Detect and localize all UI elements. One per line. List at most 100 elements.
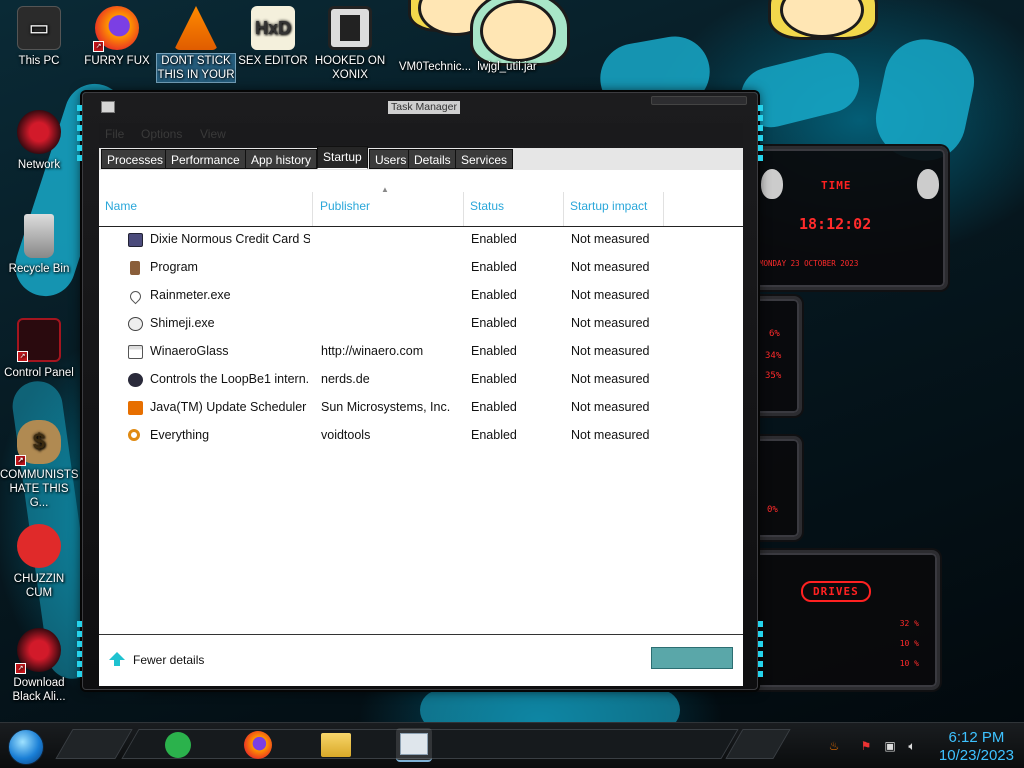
desktop-icon-label: VM0Technic... xyxy=(398,61,472,73)
window-side-decoration xyxy=(77,621,82,677)
column-header-name[interactable]: Name xyxy=(99,192,313,226)
clock-time: 6:12 PM xyxy=(948,729,1005,746)
shimeji-icon xyxy=(128,317,143,331)
file-explorer-icon[interactable] xyxy=(318,728,354,762)
desktop-icon-label: Network xyxy=(17,159,61,171)
column-header-publisher[interactable]: Publisher xyxy=(314,192,464,226)
tab-startup[interactable]: Startup xyxy=(317,146,368,169)
alien-head-icon xyxy=(917,169,939,199)
feedly-icon[interactable] xyxy=(160,728,196,762)
tab-performance[interactable]: Performance xyxy=(165,149,246,169)
shortcut-arrow-icon: ↗ xyxy=(17,351,28,362)
row-publisher: http://winaero.com xyxy=(321,344,424,358)
tab-app-history[interactable]: App history xyxy=(245,149,318,169)
loopbe-midi-icon xyxy=(128,373,143,387)
network-widget-value: 0% xyxy=(767,505,778,515)
row-name: Controls the LoopBe1 intern... xyxy=(150,372,310,386)
menu-bar xyxy=(99,123,743,145)
firefox-icon: ↗ xyxy=(93,6,139,52)
time-widget-title: TIME xyxy=(821,179,852,192)
hxd-editor-icon: HxD xyxy=(251,6,295,50)
table-row[interactable]: Program Enabled Not measured xyxy=(99,254,743,282)
title-bar[interactable]: Task Manager xyxy=(83,93,757,119)
desktop-icon-furry-fux[interactable]: ↗ FURRY FUX xyxy=(78,6,156,68)
tray-volume-icon[interactable]: 🔈︎ xyxy=(904,738,920,754)
tab-processes[interactable]: Processes xyxy=(101,149,170,169)
desktop-icon-vm0technic[interactable]: VM0Technic... xyxy=(396,50,474,74)
row-impact: Not measured xyxy=(571,288,650,302)
java-icon xyxy=(128,401,143,415)
firefox-icon[interactable] xyxy=(240,728,276,762)
desktop-icon-chuzzin[interactable]: CHUZZIN CUM xyxy=(0,524,78,600)
menu-options[interactable]: Options xyxy=(141,127,182,141)
drives-widget-value: 32 % xyxy=(899,619,919,628)
row-impact: Not measured xyxy=(571,428,650,442)
taskbar-clock[interactable]: 6:12 PM 10/23/2023 xyxy=(939,729,1014,765)
window-side-decoration xyxy=(77,105,82,165)
row-name: WinaeroGlass xyxy=(150,344,229,358)
chuzzle-icon xyxy=(17,524,61,568)
table-row[interactable]: WinaeroGlass http://winaero.com Enabled … xyxy=(99,338,743,366)
tab-users[interactable]: Users xyxy=(369,149,413,169)
row-impact: Not measured xyxy=(571,400,650,414)
desktop-icon-label: This PC xyxy=(18,55,60,67)
desktop-icon-lwjgl-util[interactable]: lwjgl_util.jar xyxy=(468,50,546,74)
rainmeter-drop-icon xyxy=(127,288,144,305)
start-button[interactable] xyxy=(8,729,44,765)
tray-java-icon[interactable]: ♨ xyxy=(826,738,842,754)
generic-file-icon xyxy=(130,261,140,275)
menu-file[interactable]: File xyxy=(105,127,124,141)
table-row[interactable]: Shimeji.exe Enabled Not measured xyxy=(99,310,743,338)
desktop-icon-hooked-on-xonix[interactable]: HOOKED ON XONIX xyxy=(311,6,389,82)
tray-flag-icon[interactable]: ⚑ xyxy=(858,738,874,754)
task-manager-window: Task Manager File Options View Processes… xyxy=(77,92,763,690)
desktop-icon-label: Control Panel xyxy=(4,367,74,379)
drives-widget: DRIVES 32 % 10 % 10 % xyxy=(752,550,940,690)
vlc-cone-icon xyxy=(174,6,218,50)
desktop-icon-label: HOOKED ON XONIX xyxy=(314,55,386,81)
magnifier-icon xyxy=(128,429,140,441)
tray-network-icon[interactable]: ▣ xyxy=(882,738,898,754)
desktop-icon-label: lwjgl_util.jar xyxy=(477,61,537,73)
fewer-details-link[interactable]: Fewer details xyxy=(133,653,204,667)
alien-network-icon xyxy=(17,110,61,154)
taskbar: ♨ ⚑ ▣ 🔈︎ 6:12 PM 10/23/2023 xyxy=(0,722,1024,768)
monitor-icon: ▭ xyxy=(17,6,61,50)
desktop-icon-label: COMMUNISTS HATE THIS G... xyxy=(0,469,79,509)
taskbar-wing-decoration xyxy=(55,729,133,759)
desktop-icon-communists[interactable]: $ ↗ COMMUNISTS HATE THIS G... xyxy=(0,420,79,510)
table-row[interactable]: Dixie Normous Credit Card S... Enabled N… xyxy=(99,226,743,254)
time-widget-clock: 18:12:02 xyxy=(799,215,872,233)
desktop-icon-network[interactable]: Network xyxy=(0,110,78,172)
row-name: Java(TM) Update Scheduler xyxy=(150,400,307,414)
desktop-icon-control-panel[interactable]: ↗ Control Panel xyxy=(0,318,78,380)
desktop-icon-dont-stick[interactable]: DONT STICK THIS IN YOUR xyxy=(156,6,236,83)
row-name: Program xyxy=(150,260,198,274)
table-row[interactable]: Everything voidtools Enabled Not measure… xyxy=(99,422,743,450)
time-widget: TIME 18:12:02 MONDAY 23 OCTOBER 2023 xyxy=(752,146,948,290)
row-name: Shimeji.exe xyxy=(150,316,215,330)
table-row[interactable]: Java(TM) Update Scheduler Sun Microsyste… xyxy=(99,394,743,422)
system-widget-value: 6% xyxy=(769,329,780,339)
system-widget: 6% 34% 35% xyxy=(752,296,802,416)
column-header-startup-impact[interactable]: Startup impact xyxy=(564,192,664,226)
desktop-icon-sex-editor[interactable]: HxD SEX EDITOR xyxy=(234,6,312,68)
column-header-status[interactable]: Status xyxy=(464,192,564,226)
tab-details[interactable]: Details xyxy=(408,149,457,169)
drives-widget-title: DRIVES xyxy=(801,581,871,602)
system-widget-value: 34% xyxy=(765,351,782,361)
table-row[interactable]: Rainmeter.exe Enabled Not measured xyxy=(99,282,743,310)
drives-widget-value: 10 % xyxy=(899,639,919,648)
task-manager-icon[interactable] xyxy=(396,728,432,762)
tab-services[interactable]: Services xyxy=(455,149,514,169)
task-manager-app-icon[interactable] xyxy=(101,101,115,113)
desktop-icon-this-pc[interactable]: ▭ This PC xyxy=(0,6,78,68)
desktop-icon-recycle-bin[interactable]: Recycle Bin xyxy=(0,214,78,276)
startup-list: ▲ Name Publisher Status Startup impact D… xyxy=(99,170,743,634)
desktop-icon-download-black-alien[interactable]: ↗ Download Black Ali... xyxy=(0,628,78,704)
disable-button[interactable] xyxy=(651,647,733,669)
footer-bar: Fewer details xyxy=(99,634,743,686)
menu-view[interactable]: View xyxy=(200,127,226,141)
window-controls[interactable] xyxy=(651,96,747,105)
table-row[interactable]: Controls the LoopBe1 intern... nerds.de … xyxy=(99,366,743,394)
